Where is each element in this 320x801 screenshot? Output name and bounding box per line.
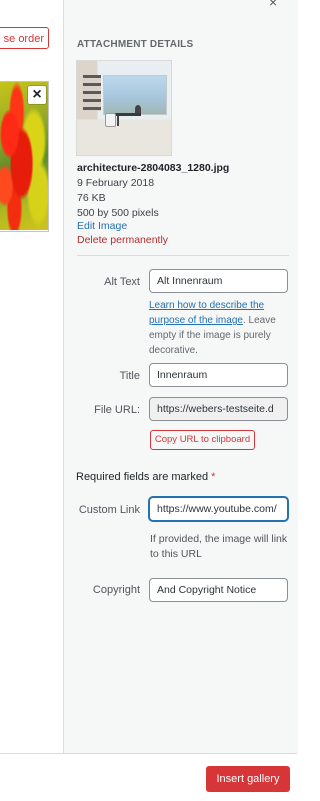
reverse-order-label: se order xyxy=(3,33,44,45)
copyright-field[interactable]: And Copyright Notice xyxy=(149,578,288,602)
delete-permanently-link[interactable]: Delete permanently xyxy=(77,234,168,246)
custom-link-help: If provided, the image will link to this… xyxy=(150,533,288,560)
custom-link-field[interactable]: https://www.youtube.com/ xyxy=(149,497,288,521)
preview-lamp xyxy=(135,105,141,113)
details-divider xyxy=(77,255,289,256)
remove-image-icon[interactable]: × xyxy=(28,86,46,104)
close-icon[interactable]: × xyxy=(269,0,277,10)
file-url-field[interactable]: https://webers-testseite.d xyxy=(149,397,288,421)
title-field[interactable]: Innenraum xyxy=(149,363,288,387)
edit-image-link[interactable]: Edit Image xyxy=(77,220,127,232)
required-fields-note: Required fields are marked * xyxy=(76,471,215,483)
alt-text-label: Alt Text xyxy=(104,276,140,288)
attachment-date: 9 February 2018 xyxy=(77,177,155,189)
copy-url-button[interactable]: Copy URL to clipboard xyxy=(150,430,255,450)
attachment-dimensions: 500 by 500 pixels xyxy=(77,207,159,219)
attachment-details-title: ATTACHMENT DETAILS xyxy=(77,39,194,50)
custom-link-label: Custom Link xyxy=(78,504,140,516)
attachment-filename: architecture-2804083_1280.jpg xyxy=(77,162,230,174)
attachment-preview-image xyxy=(77,61,171,155)
copyright-label: Copyright xyxy=(92,584,140,596)
title-label: Title xyxy=(119,370,140,382)
required-note-text: Required fields are marked xyxy=(76,471,212,483)
flower-image xyxy=(0,82,48,230)
preview-chair xyxy=(105,113,116,127)
alt-text-help: Learn how to describe the purpose of the… xyxy=(149,298,291,358)
file-url-label: File URL: xyxy=(94,404,140,416)
reverse-order-button[interactable]: se order xyxy=(0,27,49,49)
required-star: * xyxy=(211,471,216,483)
preview-desk-leg xyxy=(117,116,119,126)
preview-shelf xyxy=(83,75,101,111)
insert-gallery-button[interactable]: Insert gallery xyxy=(206,766,290,792)
alt-text-field[interactable]: Alt Innenraum xyxy=(149,269,288,293)
attachment-filesize: 76 KB xyxy=(77,192,106,204)
